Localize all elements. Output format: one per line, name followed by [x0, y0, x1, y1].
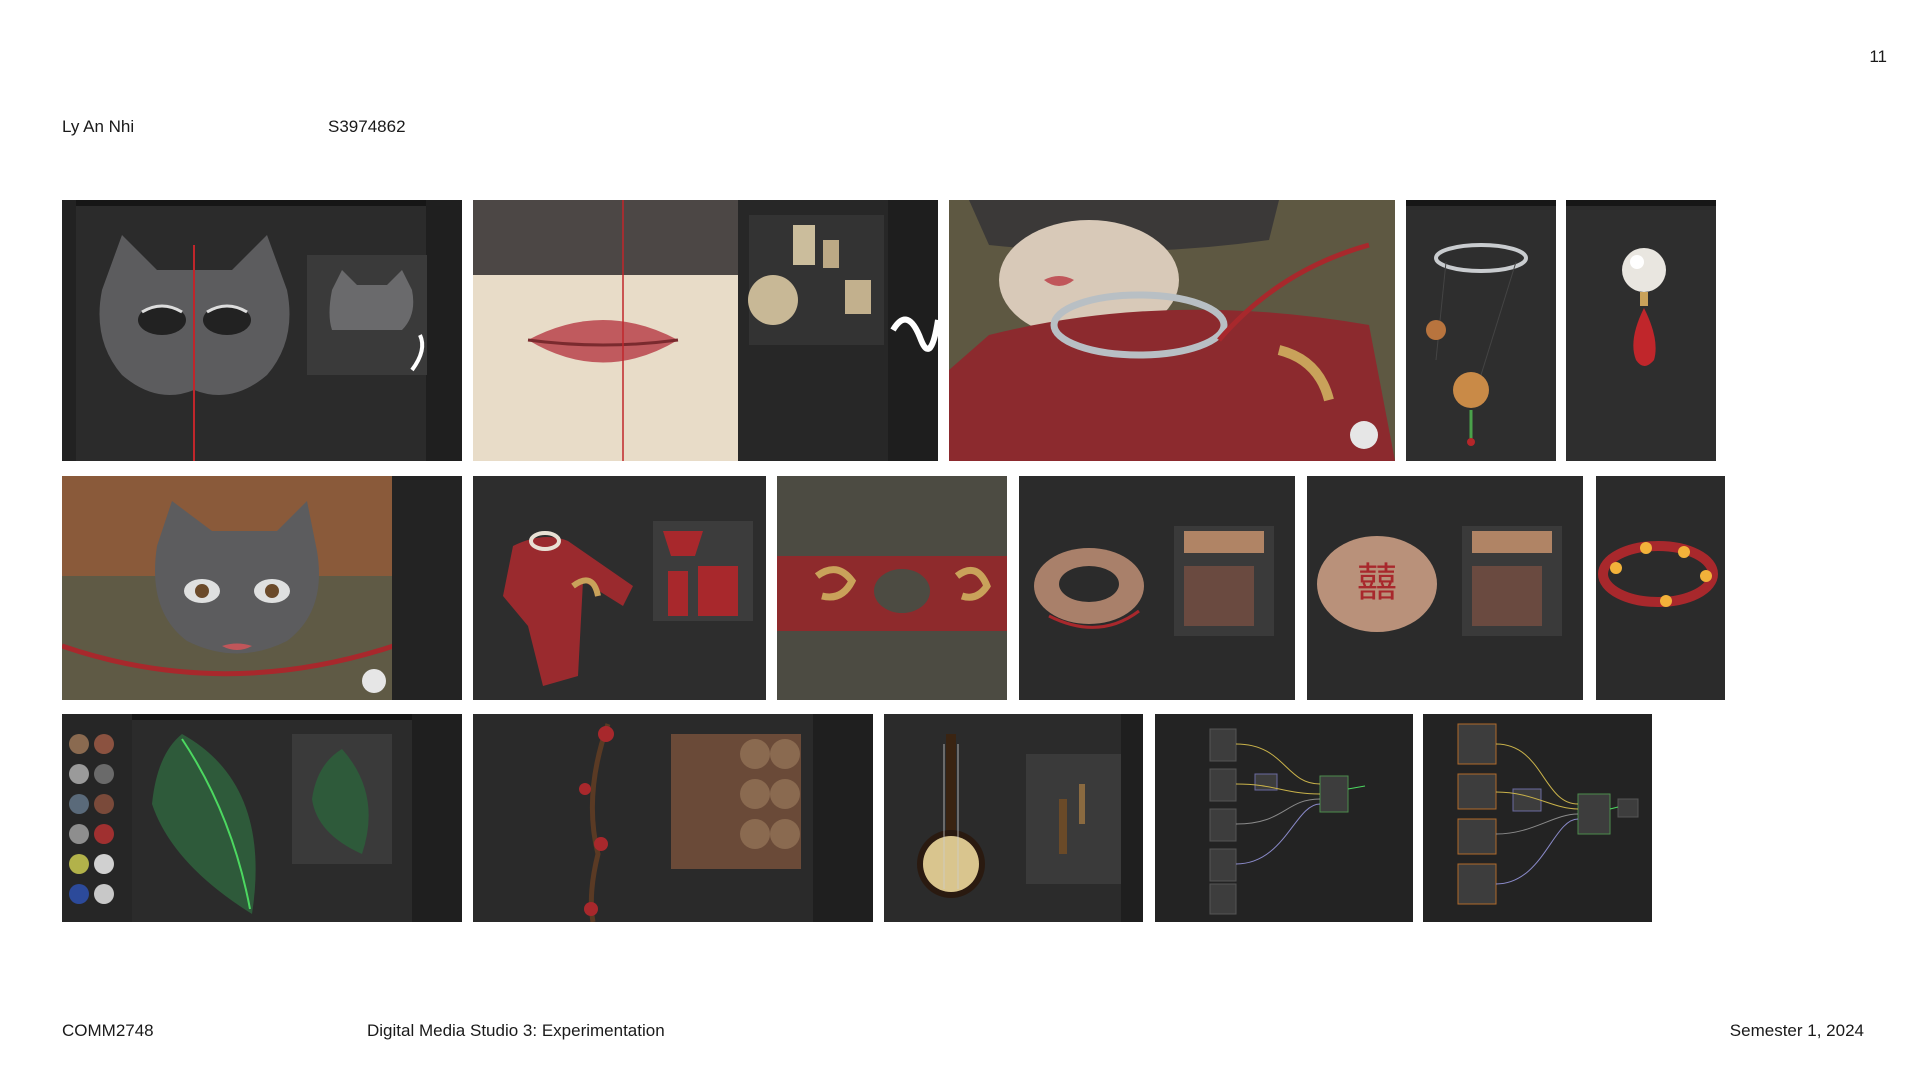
- student-id: S3974862: [328, 117, 406, 136]
- screenshot-hat-top-symbol: 囍: [1307, 476, 1583, 700]
- screenshot-character-neck-collar-render: [949, 200, 1395, 461]
- screenshot-branch-berries-texture: [473, 714, 873, 922]
- screenshot-leaf-texture-painting: [62, 714, 462, 922]
- semester: Semester 1, 2024: [1729, 1021, 1864, 1040]
- screenshot-flower-wreath-model: [1596, 476, 1725, 700]
- screenshot-shader-node-graph-1: [1155, 714, 1413, 922]
- screenshot-lute-instrument-model: [884, 714, 1143, 922]
- course-title: Digital Media Studio 3: Experimentation: [367, 1021, 665, 1040]
- screenshot-necklace-model: [1406, 200, 1556, 461]
- screenshot-character-head-render: [62, 476, 462, 700]
- svg-text:囍: 囍: [1357, 560, 1397, 606]
- screenshot-pearl-earring-model: [1566, 200, 1716, 461]
- author-name: Ly An Nhi: [62, 117, 135, 136]
- screenshot-mask-texture-painting: [62, 200, 462, 461]
- screenshot-lips-texture-painting: [473, 200, 938, 461]
- page-number: 11: [1869, 47, 1887, 66]
- screenshot-red-garment-texture: [473, 476, 766, 700]
- screenshot-garment-pattern-closeup: [777, 476, 1007, 700]
- screenshot-hat-brim-model: [1019, 476, 1295, 700]
- screenshot-shader-node-graph-2: [1423, 714, 1652, 922]
- course-code: COMM2748: [62, 1021, 154, 1040]
